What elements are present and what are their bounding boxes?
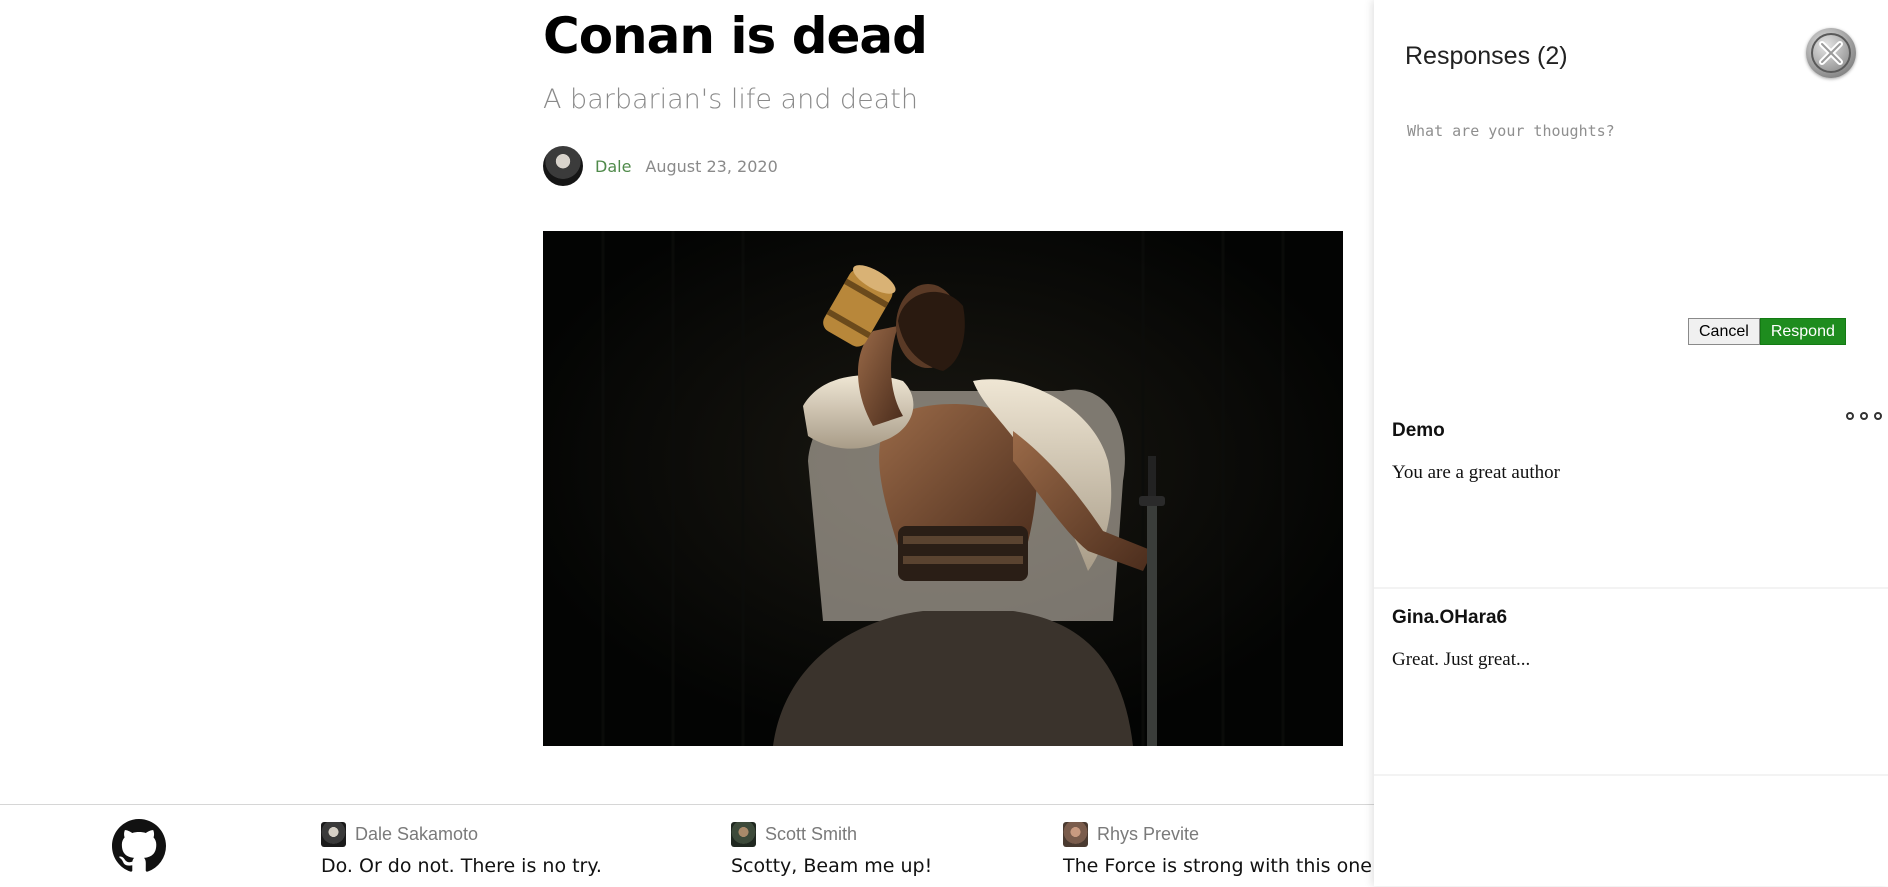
quote-author[interactable]: Rhys Previte — [1097, 824, 1199, 845]
article-title: Conan is dead — [543, 7, 928, 65]
byline: Dale August 23, 2020 — [543, 146, 778, 186]
response-text: You are a great author — [1392, 462, 1560, 483]
respond-button[interactable]: Respond — [1759, 318, 1846, 345]
author-avatar[interactable] — [543, 146, 583, 186]
response-actions: Cancel Respond — [1688, 318, 1846, 345]
article-subtitle: A barbarian's life and death — [543, 84, 918, 115]
close-icon[interactable] — [1806, 28, 1856, 78]
quote-avatar — [1063, 821, 1088, 847]
response-author[interactable]: Demo — [1392, 420, 1445, 442]
quote-card: Scott Smith Scotty, Beam me up! — [731, 821, 932, 877]
quote-card: Rhys Previte The Force is strong with th… — [1063, 821, 1372, 877]
quote-author[interactable]: Dale Sakamoto — [355, 824, 478, 845]
responses-panel: Responses (2) Cancel Respond Demo You ar… — [1374, 0, 1888, 886]
quote-author[interactable]: Scott Smith — [765, 824, 857, 845]
response-author[interactable]: Gina.OHara6 — [1392, 607, 1507, 629]
quote-card: Dale Sakamoto Do. Or do not. There is no… — [321, 821, 602, 877]
footer: Dale Sakamoto Do. Or do not. There is no… — [0, 804, 1374, 887]
response-input[interactable] — [1405, 120, 1849, 304]
response-item: Demo You are a great author — [1374, 402, 1888, 589]
responses-title: Responses (2) — [1405, 42, 1568, 70]
quote-avatar — [321, 821, 346, 847]
response-item: Gina.OHara6 Great. Just great... — [1374, 589, 1888, 776]
publish-date: August 23, 2020 — [645, 156, 778, 176]
quote-text: Scotty, Beam me up! — [731, 855, 933, 877]
quote-text: Do. Or do not. There is no try. — [321, 855, 602, 877]
hero-image — [543, 231, 1343, 746]
github-icon[interactable] — [112, 819, 166, 873]
quote-avatar — [731, 821, 756, 847]
more-options-icon[interactable] — [1846, 408, 1882, 424]
response-text: Great. Just great... — [1392, 649, 1531, 670]
author-name[interactable]: Dale — [595, 157, 631, 176]
quote-text: The Force is strong with this one — [1063, 855, 1372, 877]
cancel-button[interactable]: Cancel — [1688, 318, 1760, 345]
